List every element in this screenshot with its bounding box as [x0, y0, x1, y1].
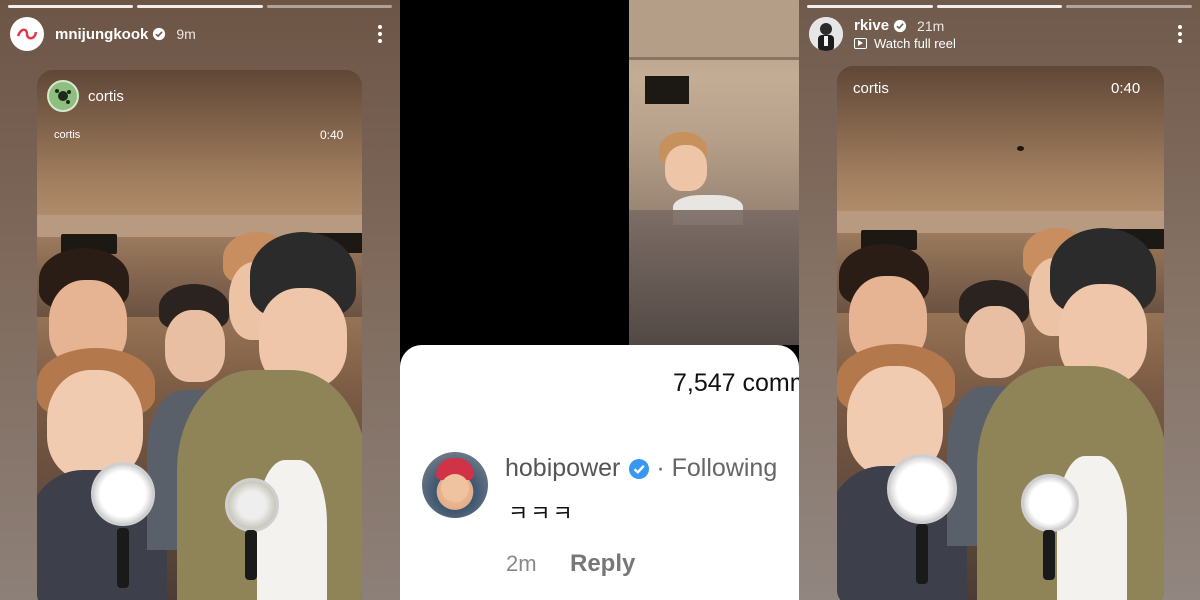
avatar[interactable] [10, 17, 44, 51]
profile-photo-icon [809, 17, 843, 51]
cortis-avatar [47, 80, 79, 112]
shared-reel-card[interactable]: cortis cortis 0:40 [37, 70, 362, 600]
story-time: 9m [176, 26, 196, 42]
brand-logo-icon [16, 28, 38, 40]
reel-author-name: cortis [88, 87, 124, 105]
progress-segment [137, 5, 263, 8]
progress-segment [1066, 5, 1193, 8]
verified-badge-icon [629, 458, 650, 479]
verified-badge-icon [893, 19, 907, 32]
story-header: mnijungkook 9m [10, 14, 390, 54]
reply-button[interactable]: Reply [570, 550, 635, 578]
story-time: 21m [917, 17, 945, 34]
more-options-icon[interactable] [370, 22, 390, 46]
splat-logo-icon [55, 89, 71, 104]
progress-segment [8, 5, 134, 8]
story-username[interactable]: mnijungkook [55, 26, 148, 43]
verified-badge-icon [153, 27, 166, 41]
comment-count: 7,547 comm [673, 369, 799, 397]
comments-panel: 7,547 comm hobipower · Following ㅋㅋㅋ 2m … [400, 0, 799, 600]
story-progress-bar [8, 5, 392, 8]
comment-text: ㅋㅋㅋ [508, 501, 575, 526]
video-thumbnail[interactable] [629, 0, 799, 345]
watch-full-reel-label: Watch full reel [874, 36, 956, 51]
reel-duration: 0:40 [320, 128, 344, 142]
story-username[interactable]: rkive [854, 17, 889, 34]
commenter-username[interactable]: hobipower [505, 454, 620, 483]
reel-play-icon [854, 38, 867, 49]
comments-sheet: 7,547 comm hobipower · Following ㅋㅋㅋ 2m … [400, 345, 799, 600]
progress-segment [936, 5, 1063, 8]
reel-overlay-name: cortis [54, 129, 81, 141]
story-panel-left[interactable]: mnijungkook 9m cortis cortis 0:40 [0, 0, 400, 600]
reel-overlay-name: cortis [853, 80, 889, 97]
reel-author[interactable]: cortis [47, 80, 124, 112]
story-progress-bar [807, 5, 1193, 8]
shared-reel-card[interactable]: cortis 0:40 [837, 66, 1164, 600]
commenter-avatar[interactable] [422, 452, 488, 518]
more-options-icon[interactable] [1170, 22, 1190, 46]
reel-duration: 0:40 [1111, 80, 1141, 97]
watch-full-reel-link[interactable]: Watch full reel [854, 36, 956, 51]
progress-segment [266, 5, 392, 8]
avatar[interactable] [809, 17, 843, 51]
comment-header: hobipower · Following [505, 454, 777, 483]
follow-status[interactable]: · Following [656, 454, 777, 483]
story-panel-right[interactable]: rkive 21m Watch full reel cortis 0:40 [799, 0, 1200, 600]
comment-time: 2m [506, 551, 537, 576]
progress-segment [807, 5, 933, 8]
story-header: rkive 21m Watch full reel [809, 14, 1190, 54]
